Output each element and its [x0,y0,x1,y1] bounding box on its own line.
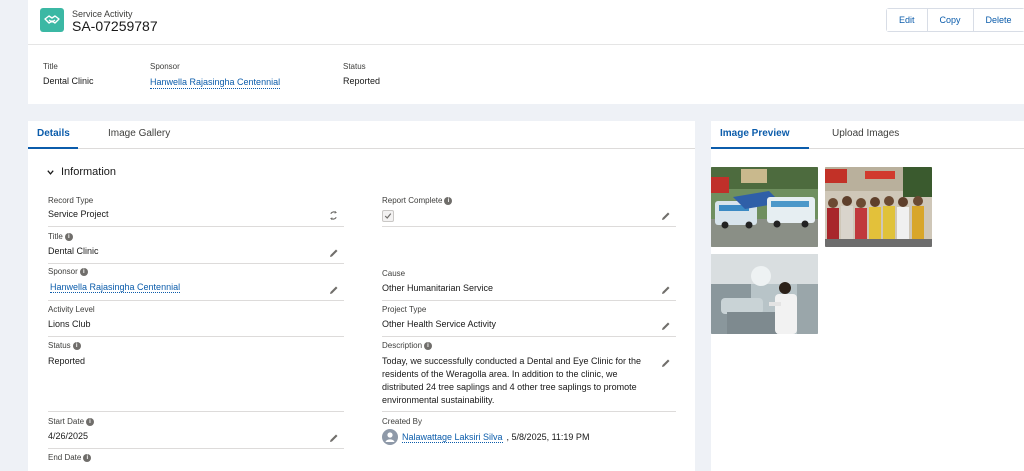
highlight-status-value: Reported [343,76,381,86]
end-date-label: End Date i [48,453,92,462]
record-type-value: Service Project [48,209,109,219]
field-divider [48,226,344,227]
info-icon[interactable]: i [79,267,88,276]
status-label: Status i [48,341,81,350]
gallery-image-dental[interactable] [711,254,818,334]
report-complete-label: Report Complete i [382,196,453,205]
field-divider [382,336,676,337]
pencil-edit-icon[interactable] [661,285,671,295]
field-divider [48,336,344,337]
gallery-image-group[interactable] [825,167,932,247]
active-tab-indicator [711,147,809,149]
pencil-edit-icon[interactable] [329,433,339,443]
report-complete-checkbox [382,210,394,222]
project-type-value: Other Health Service Activity [382,319,497,329]
chevron-down-icon [47,169,54,175]
activity-level-label: Activity Level [48,305,95,314]
record-type-label: Record Type [48,196,94,205]
sponsor-link[interactable]: Hanwella Rajasingha Centennial [50,282,181,293]
field-divider [48,448,344,449]
record-name: SA-07259787 [72,18,158,34]
delete-button[interactable]: Delete [972,9,1024,31]
created-by-label: Created By [382,417,423,426]
copy-button[interactable]: Copy [926,9,973,31]
pencil-edit-icon[interactable] [661,321,671,331]
change-record-type-icon[interactable] [328,210,339,221]
created-by-datetime: , 5/8/2025, 11:19 PM [506,431,590,442]
pencil-edit-icon[interactable] [329,248,339,258]
created-by-user-link[interactable]: Nalawattage Laksiri Silva [402,432,503,443]
tab-upload-images[interactable]: Upload Images [832,128,899,139]
highlight-sponsor-link[interactable]: Hanwella Rajasingha Centennial [150,77,281,89]
cause-label: Cause [382,269,406,278]
action-button-group: Edit Copy Delete [886,8,1024,32]
highlight-title-value: Dental Clinic [43,76,94,86]
info-icon[interactable]: i [72,341,81,350]
cause-value: Other Humanitarian Service [382,283,494,293]
image-panel: Image Preview Upload Images [711,121,1024,471]
tab-details[interactable]: Details [37,128,70,139]
pencil-edit-icon[interactable] [329,285,339,295]
highlights-panel: Title Dental Clinic Sponsor Hanwella Raj… [28,44,1024,104]
created-by-row: Nalawattage Laksiri Silva , 5/8/2025, 11… [382,429,589,445]
activity-level-value: Lions Club [48,319,91,329]
field-divider [382,411,676,412]
field-divider [48,411,344,412]
highlight-title-label: Title [43,62,58,71]
field-divider [382,300,676,301]
start-date-value: 4/26/2025 [48,431,89,441]
info-icon[interactable]: i [444,196,453,205]
start-date-label: Start Date i [48,417,95,426]
description-value: Today, we successfully conducted a Denta… [382,356,641,405]
section-title-text: Information [61,166,117,178]
image-tabset: Image Preview Upload Images [711,121,1024,149]
details-tabset: Details Image Gallery [28,121,695,149]
highlight-status-label: Status [343,62,366,71]
tab-image-gallery[interactable]: Image Gallery [108,128,170,139]
active-tab-indicator [28,147,78,149]
title-value: Dental Clinic [48,246,99,256]
highlight-sponsor-label: Sponsor [150,62,180,71]
info-icon[interactable]: i [64,232,73,241]
status-value: Reported [48,356,86,366]
info-icon[interactable]: i [86,417,95,426]
title-label: Title i [48,232,73,241]
edit-button[interactable]: Edit [887,9,927,31]
pencil-edit-icon[interactable] [661,211,671,221]
field-divider [48,300,344,301]
info-icon[interactable]: i [83,453,92,462]
details-panel: Details Image Gallery Information Record… [28,121,695,471]
gallery-image-buses[interactable] [711,167,818,247]
field-divider [382,226,676,227]
info-icon[interactable]: i [424,341,433,350]
section-information[interactable]: Information [46,166,116,178]
sponsor-label: Sponsor i [48,267,88,276]
checkmark-icon [384,213,392,219]
record-header: Service Activity SA-07259787 Edit Copy D… [28,0,1024,44]
tab-image-preview[interactable]: Image Preview [720,128,789,139]
description-label: Description i [382,341,433,350]
pencil-edit-icon[interactable] [661,358,671,368]
service-activity-icon [40,8,64,32]
field-divider [48,263,344,264]
project-type-label: Project Type [382,305,427,314]
user-avatar-icon [382,429,398,445]
